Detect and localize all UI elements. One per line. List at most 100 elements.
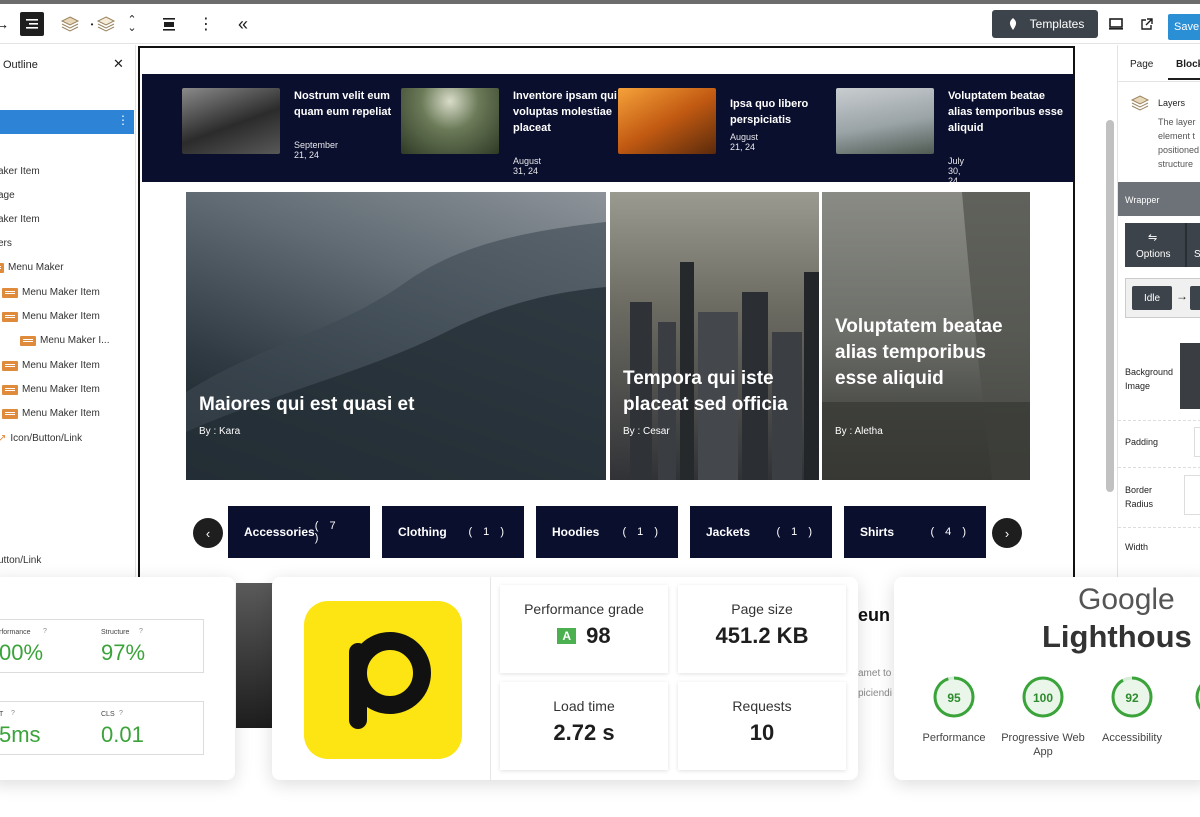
outline-toggle-button[interactable]: [20, 12, 44, 36]
score-label: Accessibility: [1102, 732, 1162, 744]
cls-label: CLS: [101, 711, 115, 718]
lighthouse-wordmark: Lighthous: [1042, 619, 1192, 654]
more-options-icon[interactable]: ⋮: [117, 113, 129, 127]
hero-title: Maiores qui est quasi et: [199, 394, 415, 415]
templates-icon: [1009, 18, 1016, 30]
score-label: Performance: [922, 732, 986, 744]
score-value: 92: [1125, 691, 1139, 705]
border-radius-label: Border Radius: [1125, 485, 1154, 509]
category-button[interactable]: Accessories( 7 ): [228, 506, 370, 558]
recent-posts-strip: Nostrum velit eum quam eum repeliat Sept…: [142, 74, 1073, 186]
next-category-button[interactable]: ›: [992, 518, 1022, 548]
post-date: August 31, 24: [513, 156, 542, 176]
padding-control[interactable]: [1194, 427, 1200, 457]
score-ring: 95: [933, 676, 975, 718]
outline-item[interactable]: ers: [0, 238, 12, 249]
category-button[interactable]: Jackets( 1 ): [690, 506, 832, 558]
idle-state-button[interactable]: Idle: [1132, 286, 1172, 310]
chevron-right-icon: ›: [1004, 525, 1010, 541]
pingdom-results-card: Performance grade A 98 Page size 451.2 K…: [272, 577, 858, 780]
hover-state-button[interactable]: [1190, 286, 1200, 310]
hero-post-card[interactable]: Maiores qui est quasi et By : Kara: [186, 192, 606, 480]
block-icon: [2, 384, 18, 395]
background-image-preview[interactable]: [1180, 343, 1200, 409]
editor-toolbar: → • ⌃ ⌄ ⋮ « Templates Save: [0, 4, 1200, 44]
info-icon: ?: [43, 628, 47, 635]
structure-label: Structure: [101, 629, 130, 636]
layers-outline-icon[interactable]: [94, 12, 118, 36]
outline-item[interactable]: Menu Maker Item: [2, 408, 100, 419]
outline-item[interactable]: ↗ Icon/Button/Link: [0, 433, 82, 444]
outline-item[interactable]: age: [0, 190, 15, 201]
wrapper-label: Wrapper: [1125, 195, 1160, 205]
tab-page[interactable]: Page: [1130, 59, 1153, 70]
post-date: September 21, 24: [294, 140, 339, 160]
divider: [1185, 223, 1187, 267]
divider: [490, 577, 491, 780]
outline-item[interactable]: Menu Maker I...: [20, 335, 109, 346]
page-size-label: Page size: [731, 601, 793, 617]
category-button[interactable]: Shirts( 4 ): [844, 506, 986, 558]
hero-byline: By : Kara: [199, 426, 241, 437]
post-title: Inventore ipsam qui voluptas molestiae p…: [513, 90, 617, 134]
requests-value: 10: [749, 720, 775, 745]
tab-block[interactable]: Block: [1176, 59, 1200, 70]
previous-category-button[interactable]: ‹: [193, 518, 223, 548]
outline-item[interactable]: Menu Maker Item: [2, 287, 100, 298]
editor-canvas: Nostrum velit eum quam eum repeliat Sept…: [138, 46, 1075, 586]
outline-item[interactable]: utton/Link: [0, 555, 41, 566]
arrow-icon[interactable]: →: [0, 12, 14, 36]
link-icon: ↗: [0, 433, 7, 444]
info-icon: ?: [11, 710, 15, 717]
performance-grade-box: Performance grade A 98: [500, 585, 668, 673]
canvas-scrollbar[interactable]: [1106, 120, 1114, 492]
move-up-down-icon[interactable]: ⌃ ⌄: [120, 12, 144, 36]
templates-button[interactable]: Templates: [992, 10, 1098, 38]
desktop-preview-icon[interactable]: [1104, 12, 1128, 36]
outline-item[interactable]: Menu Maker Item: [2, 311, 100, 322]
style-tab-label[interactable]: S: [1194, 249, 1200, 260]
lighthouse-card: Google Lighthous 95 Performance 100 Prog…: [894, 577, 1200, 780]
hero-post-card[interactable]: Voluptatem beatae alias temporibus esse …: [822, 192, 1030, 480]
load-time-box: Load time 2.72 s: [500, 682, 668, 770]
post-thumbnail: [618, 88, 716, 154]
list-view-icon: [26, 19, 38, 29]
external-link-icon[interactable]: [1134, 12, 1158, 36]
width-label: Width: [1125, 542, 1149, 552]
align-icon[interactable]: [157, 12, 181, 36]
outline-selected-item[interactable]: [0, 110, 134, 134]
padding-label: Padding: [1125, 437, 1159, 447]
close-icon[interactable]: ✕: [113, 56, 124, 72]
outline-item[interactable]: Menu Maker: [0, 262, 64, 273]
block-icon: [0, 262, 4, 273]
post-date: August 21, 24: [730, 132, 759, 152]
performance-label: rformance: [0, 629, 31, 636]
post-thumbnail: [401, 88, 499, 154]
hero-post-card[interactable]: Tempora qui iste placeat sed officia By …: [610, 192, 819, 480]
post-thumbnail: [182, 88, 280, 154]
score-ring: 100: [1022, 676, 1064, 718]
options-tab[interactable]: [1125, 223, 1200, 267]
gtmetrix-scores-card: rformance ? 00% Structure ? 97% T ? 5ms …: [0, 577, 235, 780]
pingdom-p-icon: [349, 632, 431, 729]
collapse-icon[interactable]: «: [231, 12, 255, 36]
score-value: 100: [1033, 691, 1053, 705]
outline-item[interactable]: Menu Maker Item: [2, 384, 100, 395]
category-button[interactable]: Clothing( 1 ): [382, 506, 524, 558]
active-tab-indicator: [1168, 78, 1200, 80]
metric-box: rformance ? 00% Structure ? 97%: [0, 619, 204, 673]
more-options-icon[interactable]: ⋮: [194, 12, 218, 36]
outline-item[interactable]: aker Item: [0, 214, 40, 225]
border-radius-control[interactable]: [1184, 475, 1200, 515]
save-button[interactable]: Save: [1168, 14, 1200, 40]
block-icon: [2, 360, 18, 371]
outline-item[interactable]: Menu Maker Item: [2, 360, 100, 371]
lcp-value: 5ms: [0, 722, 41, 747]
divider: [1118, 420, 1200, 421]
layers-icon[interactable]: [58, 12, 82, 36]
outline-item[interactable]: aker Item: [0, 166, 40, 177]
performance-grade-value-row: A 98: [500, 623, 668, 649]
category-button[interactable]: Hoodies( 1 ): [536, 506, 678, 558]
mountain-image: [186, 222, 606, 480]
hero-byline: By : Cesar: [623, 426, 670, 437]
